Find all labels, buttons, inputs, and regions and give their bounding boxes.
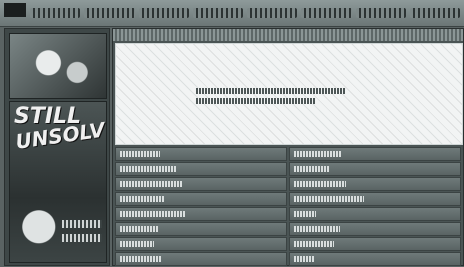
left-sidebar: STILL UNSOLVED bbox=[4, 28, 110, 266]
nav-tab[interactable] bbox=[138, 8, 189, 18]
app-window: STILL UNSOLVED bbox=[0, 0, 464, 267]
promo-poster-image[interactable]: STILL UNSOLVED bbox=[9, 101, 107, 263]
nav-tab[interactable] bbox=[247, 8, 298, 18]
list-item-label bbox=[120, 211, 186, 217]
nav-tab[interactable] bbox=[409, 8, 460, 18]
list-item-label bbox=[294, 166, 330, 172]
banner-nav bbox=[30, 6, 460, 20]
list-item-label bbox=[294, 226, 340, 232]
poster-caption bbox=[62, 220, 102, 228]
list-item[interactable] bbox=[115, 147, 287, 161]
list-item[interactable] bbox=[115, 222, 287, 236]
list-item-label bbox=[294, 196, 364, 202]
list-item[interactable] bbox=[289, 192, 461, 206]
list-item-label bbox=[120, 166, 176, 172]
list-item[interactable] bbox=[289, 252, 461, 266]
list-item-label bbox=[120, 256, 162, 262]
list-item-label bbox=[120, 241, 154, 247]
main-header-bar bbox=[113, 29, 463, 41]
list-item[interactable] bbox=[289, 147, 461, 161]
list-item[interactable] bbox=[289, 222, 461, 236]
list-item-label bbox=[120, 151, 160, 157]
list-item-label bbox=[120, 226, 158, 232]
main-panel bbox=[112, 28, 464, 266]
list-item-label bbox=[294, 151, 342, 157]
promo-thumbnail-image[interactable] bbox=[9, 33, 107, 99]
list-item[interactable] bbox=[115, 162, 287, 176]
top-banner bbox=[0, 0, 464, 27]
notice-text bbox=[196, 88, 346, 94]
list-item[interactable] bbox=[289, 237, 461, 251]
nav-tab[interactable] bbox=[301, 8, 352, 18]
list-item[interactable] bbox=[289, 162, 461, 176]
list-item-label bbox=[120, 196, 164, 202]
list-item-label bbox=[120, 181, 182, 187]
list-item-label bbox=[294, 241, 334, 247]
notice-box bbox=[115, 43, 463, 145]
list-item-label bbox=[294, 256, 314, 262]
nav-tab[interactable] bbox=[355, 8, 406, 18]
list-item[interactable] bbox=[115, 192, 287, 206]
nav-tab[interactable] bbox=[84, 8, 135, 18]
list-item-label bbox=[294, 211, 316, 217]
list-item-label bbox=[294, 181, 346, 187]
notice-text bbox=[196, 98, 316, 104]
nav-tab[interactable] bbox=[192, 8, 243, 18]
list-item[interactable] bbox=[115, 237, 287, 251]
list-item[interactable] bbox=[289, 177, 461, 191]
nav-tab[interactable] bbox=[30, 8, 81, 18]
poster-caption bbox=[62, 234, 102, 242]
list-item[interactable] bbox=[115, 207, 287, 221]
list-item[interactable] bbox=[115, 252, 287, 266]
list-item[interactable] bbox=[289, 207, 461, 221]
item-list bbox=[115, 147, 461, 266]
site-logo[interactable] bbox=[4, 3, 26, 17]
list-item[interactable] bbox=[115, 177, 287, 191]
